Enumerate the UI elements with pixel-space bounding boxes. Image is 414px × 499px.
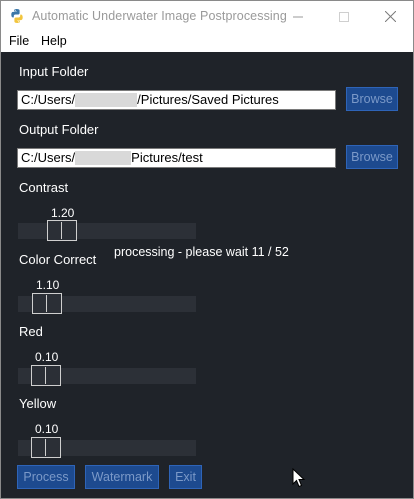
color-correct-value: 1.10 [36,278,60,292]
yellow-slider-thumb[interactable] [31,437,61,458]
output-folder-field[interactable]: C:/Users/Pictures/test [17,148,336,168]
color-correct-label: Color Correct [19,252,97,267]
output-browse-button[interactable]: Browse [346,145,398,169]
processing-status: processing - please wait 11 / 52 [114,245,289,259]
mouse-cursor-icon [292,468,306,488]
contrast-slider-thumb[interactable] [47,220,77,241]
app-window: Automatic Underwater Image Postprocessin… [0,0,414,499]
input-folder-label: Input Folder [19,64,89,79]
output-folder-suffix: Pictures/test [131,150,203,165]
red-slider-thumb[interactable] [31,365,61,386]
input-browse-button[interactable]: Browse [346,87,398,111]
input-folder-prefix: C:/Users/ [21,92,76,107]
input-folder-suffix: /Pictures/Saved Pictures [137,92,279,107]
yellow-label: Yellow [19,396,57,411]
redacted-username [75,92,138,107]
contrast-value: 1.20 [51,206,75,220]
exit-button[interactable]: Exit [169,465,202,489]
red-slider[interactable] [18,365,196,386]
output-folder-prefix: C:/Users/ [21,150,76,165]
color-correct-slider[interactable] [18,293,196,314]
output-folder-label: Output Folder [19,122,99,137]
color-correct-slider-thumb[interactable] [32,293,62,314]
watermark-button[interactable]: Watermark [85,465,159,489]
contrast-label: Contrast [19,180,69,195]
yellow-slider[interactable] [18,437,196,458]
menu-bar: File Help [1,32,413,52]
input-folder-field[interactable]: C:/Users/ /Pictures/Saved Pictures [17,90,336,110]
contrast-slider[interactable] [18,220,196,241]
yellow-value: 0.10 [35,422,59,436]
python-icon [11,9,23,23]
red-value: 0.10 [35,350,59,364]
window-title: Automatic Underwater Image Postprocessin… [32,9,287,23]
redacted-username [75,150,132,165]
red-label: Red [19,324,43,339]
menu-file[interactable]: File [9,34,29,48]
maximize-icon [339,11,349,22]
minimize-button[interactable] [275,1,321,32]
main-panel: Input Folder C:/Users/ /Pictures/Saved Pi… [1,52,413,498]
menu-help[interactable]: Help [41,34,67,48]
close-icon [384,11,396,22]
close-button[interactable] [367,1,413,32]
title-bar: Automatic Underwater Image Postprocessin… [1,1,413,32]
process-button[interactable]: Process [17,465,75,489]
minimize-icon [293,16,303,17]
maximize-button[interactable] [321,1,367,32]
